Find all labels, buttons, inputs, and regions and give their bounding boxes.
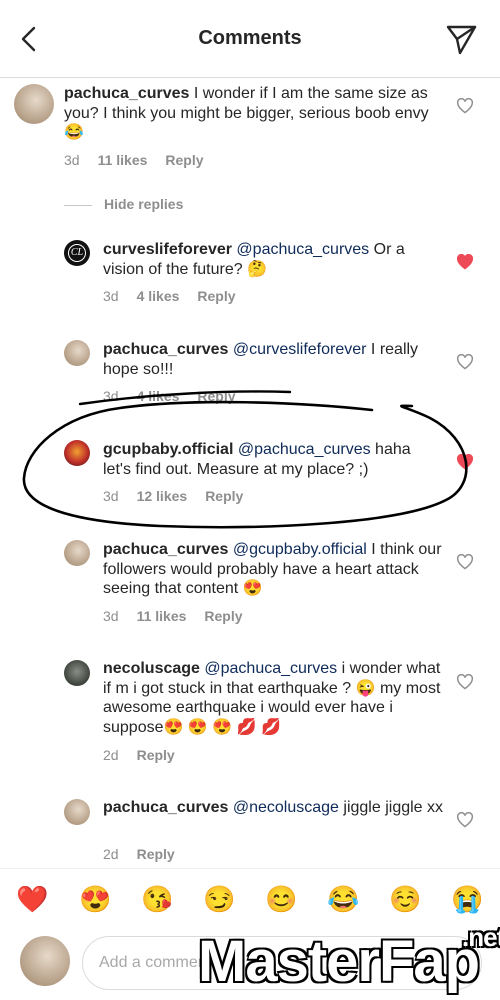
like-heart-icon[interactable]: [456, 354, 474, 370]
reply-button[interactable]: Reply: [205, 488, 243, 504]
comment-likes[interactable]: 11 likes: [137, 608, 187, 624]
like-heart-icon[interactable]: [456, 254, 474, 270]
like-heart-icon[interactable]: [456, 98, 474, 114]
comment-time: 3d: [103, 488, 119, 504]
emoji-kiss-button[interactable]: 😘: [141, 883, 173, 915]
reply-button[interactable]: Reply: [204, 608, 242, 624]
comment-likes[interactable]: 4 likes: [137, 288, 180, 304]
avatar[interactable]: [14, 84, 54, 124]
comment-time: 2d: [103, 747, 119, 763]
header-bar: Comments: [0, 0, 500, 78]
comment-text: pachuca_curves @curveslifeforever I real…: [103, 340, 443, 379]
comment-meta: 3d 11 likes Reply: [64, 152, 222, 168]
avatar[interactable]: [64, 540, 90, 566]
emoji-smirk-button[interactable]: 😏: [203, 883, 235, 915]
like-heart-icon[interactable]: [456, 674, 474, 690]
watermark: MasterFap .net: [198, 922, 500, 995]
comment-time: 3d: [103, 288, 119, 304]
comment-time: 3d: [103, 388, 119, 404]
comment-text: gcupbaby.official @pachuca_curves haha l…: [103, 440, 443, 479]
comment-time: 2d: [103, 846, 119, 862]
avatar[interactable]: [64, 440, 90, 466]
like-heart-icon[interactable]: [456, 454, 474, 470]
reply-button[interactable]: Reply: [137, 846, 175, 862]
comment-meta: 3d 11 likes Reply: [103, 608, 261, 624]
comment-username[interactable]: pachuca_curves: [64, 85, 189, 102]
emoji-heart-button[interactable]: ❤️: [16, 883, 48, 915]
comment-username[interactable]: pachuca_curves: [103, 541, 228, 558]
comment-meta: 3d 4 likes Reply: [103, 388, 254, 404]
like-heart-icon[interactable]: [456, 554, 474, 570]
emoji-smile-button[interactable]: 😊: [265, 883, 297, 915]
avatar[interactable]: [20, 936, 70, 986]
comment-text: pachuca_curves @gcupbaby.official I thin…: [103, 540, 443, 599]
reply-button[interactable]: Reply: [165, 152, 203, 168]
emoji-laugh-tears-button[interactable]: 😂: [327, 883, 359, 915]
avatar[interactable]: [64, 340, 90, 366]
comment-mention[interactable]: @gcupbaby.official: [233, 541, 367, 558]
reply-button[interactable]: Reply: [197, 288, 235, 304]
reply-button[interactable]: Reply: [197, 388, 235, 404]
emoji-sob-button[interactable]: 😭: [451, 883, 483, 915]
comment-likes[interactable]: 4 likes: [137, 388, 180, 404]
comment-likes[interactable]: 12 likes: [137, 488, 188, 504]
emoji-quick-bar: ❤️ 😍 😘 😏 😊 😂 ☺️ 😭: [0, 868, 500, 928]
reply-button[interactable]: Reply: [137, 747, 175, 763]
comment-meta: 3d 4 likes Reply: [103, 288, 254, 304]
divider: [64, 204, 92, 206]
watermark-text: MasterFap: [198, 929, 480, 994]
comment-time: 3d: [64, 152, 80, 168]
comment-meta: 2d Reply: [103, 747, 193, 763]
avatar[interactable]: [64, 660, 90, 686]
comment-text: necoluscage @pachuca_curves i wonder wha…: [103, 659, 443, 737]
comment-text: curveslifeforever @pachuca_curves Or a v…: [103, 240, 443, 279]
comment-mention[interactable]: @pachuca_curves: [238, 441, 371, 458]
comment-username[interactable]: curveslifeforever: [103, 241, 232, 258]
avatar-logo-cl: CL: [68, 244, 86, 262]
comment-text: pachuca_curves I wonder if I am the same…: [64, 84, 442, 143]
emoji-relaxed-button[interactable]: ☺️: [389, 883, 421, 915]
emoji-heart-eyes-button[interactable]: 😍: [79, 883, 111, 915]
hide-replies-button[interactable]: Hide replies: [64, 196, 183, 212]
like-heart-icon[interactable]: [456, 812, 474, 828]
comment-text: pachuca_curves @necoluscage jiggle jiggl…: [103, 798, 443, 818]
comment-meta: 3d 12 likes Reply: [103, 488, 261, 504]
comment-meta: 2d Reply: [103, 846, 193, 862]
avatar[interactable]: [64, 799, 90, 825]
avatar[interactable]: CL: [64, 240, 90, 266]
direct-send-icon[interactable]: [444, 22, 478, 56]
comment-mention[interactable]: @curveslifeforever: [233, 341, 367, 358]
comment-username[interactable]: pachuca_curves: [103, 341, 228, 358]
comment-mention[interactable]: @pachuca_curves: [204, 660, 337, 677]
comment-mention[interactable]: @pachuca_curves: [236, 241, 369, 258]
watermark-tld: .net: [462, 922, 500, 952]
comment-username[interactable]: gcupbaby.official: [103, 441, 233, 458]
comment-body: jiggle jiggle xx: [338, 799, 444, 816]
comment-time: 3d: [103, 608, 119, 624]
comment-username[interactable]: pachuca_curves: [103, 799, 228, 816]
comment-mention[interactable]: @necoluscage: [233, 799, 339, 816]
comment-username[interactable]: necoluscage: [103, 660, 200, 677]
comment-likes[interactable]: 11 likes: [98, 152, 148, 168]
page-title: Comments: [198, 27, 302, 49]
